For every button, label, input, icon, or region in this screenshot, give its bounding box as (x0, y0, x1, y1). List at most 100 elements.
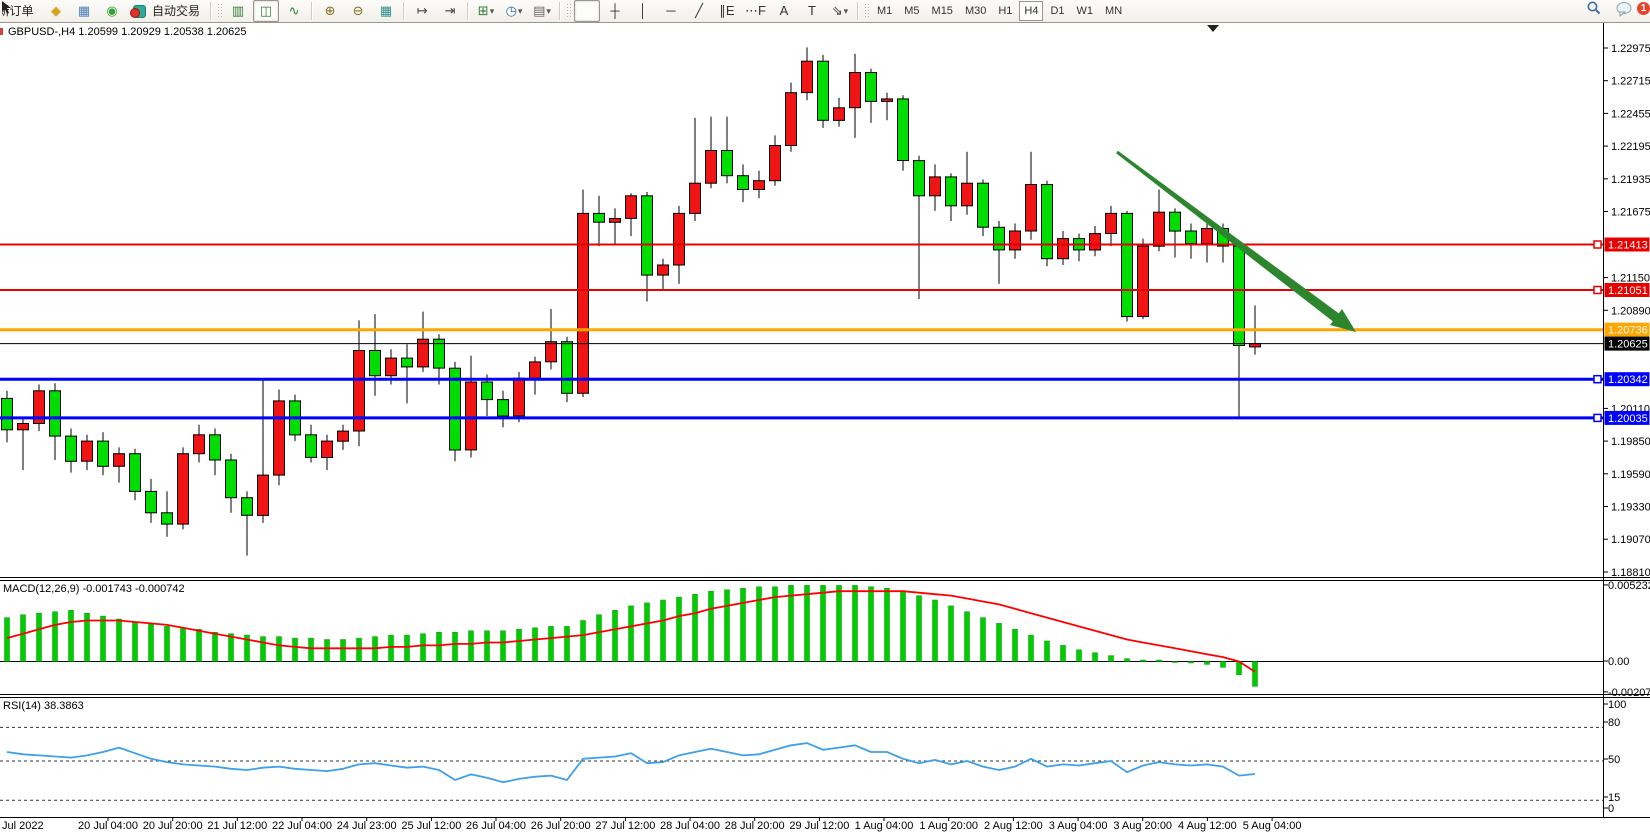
svg-text:26 Jul 04:00: 26 Jul 04:00 (466, 820, 526, 832)
svg-text:26 Jul 20:00: 26 Jul 20:00 (531, 820, 591, 832)
timeframe-button-mn[interactable]: MN (1100, 1, 1127, 21)
chart-type-group: ▥◫∿ (224, 0, 308, 22)
window-icon-sliver (0, 28, 3, 35)
price-chart[interactable]: 1.229751.227151.224551.221951.219351.216… (0, 0, 1650, 833)
zoom-in-icon[interactable]: ⊕ (317, 0, 343, 22)
timeframe-button-m15[interactable]: M15 (927, 1, 958, 21)
autotrading-icon (130, 5, 146, 18)
zoom-out-icon[interactable]: ⊖ (345, 0, 371, 22)
svg-text:20 Jul 20:00: 20 Jul 20:00 (143, 820, 203, 832)
svg-text:1.22975: 1.22975 (1611, 43, 1650, 55)
tile-windows-icon[interactable]: ▦ (373, 0, 399, 22)
svg-text:Jul 2022: Jul 2022 (2, 820, 44, 832)
draw-tools-group: ┼│─╱∥E⋯FAT⇘▾ (573, 0, 854, 22)
auto-scroll-icon[interactable]: ↦ (409, 0, 435, 22)
line-chart-icon[interactable]: ∿ (281, 0, 307, 22)
trendline-tool[interactable]: ╱ (686, 0, 712, 22)
notification-count-badge: 1 (1637, 2, 1650, 15)
chevron-down-icon: ▾ (490, 1, 495, 21)
macd-indicator-label: MACD(12,26,9) -0.001743 -0.000742 (3, 583, 185, 595)
timeframe-button-h4[interactable]: H4 (1019, 1, 1043, 21)
chart-shift-icon[interactable]: ⇥ (437, 0, 463, 22)
svg-text:3 Aug 20:00: 3 Aug 20:00 (1113, 820, 1172, 832)
svg-text:1.22715: 1.22715 (1611, 76, 1650, 88)
bar-chart-icon[interactable]: ▥ (225, 0, 251, 22)
svg-text:1.20625: 1.20625 (1608, 339, 1648, 351)
timeframes-icon[interactable]: ◷▾ (501, 0, 527, 22)
timeframe-button-m1[interactable]: M1 (872, 1, 897, 21)
svg-text:50: 50 (1608, 754, 1620, 766)
svg-text:0.005232: 0.005232 (1608, 580, 1650, 592)
zoom-group: ⊕⊖▦ (316, 0, 400, 22)
svg-text:1.21150: 1.21150 (1611, 273, 1650, 285)
svg-text:1.19590: 1.19590 (1611, 469, 1650, 481)
svg-text:24 Jul 23:00: 24 Jul 23:00 (337, 820, 397, 832)
svg-text:28 Jul 20:00: 28 Jul 20:00 (725, 820, 785, 832)
timeframe-button-d1[interactable]: D1 (1045, 1, 1069, 21)
svg-text:1.21675: 1.21675 (1611, 207, 1650, 219)
timeframe-button-m5[interactable]: M5 (899, 1, 924, 21)
market-watch-icon[interactable]: ▦ (71, 0, 97, 22)
svg-text:4 Aug 12:00: 4 Aug 12:00 (1178, 820, 1237, 832)
text-tool[interactable]: A (771, 0, 797, 22)
svg-text:5 Aug 04:00: 5 Aug 04:00 (1243, 820, 1302, 832)
autotrading-button[interactable]: 自动交易 (127, 0, 206, 22)
vertical-line-tool[interactable]: │ (630, 0, 656, 22)
cursor-icon (0, 0, 12, 15)
crosshair-tool[interactable]: ┼ (602, 0, 628, 22)
candlestick-chart-icon[interactable]: ◫ (253, 0, 279, 22)
svg-text:1 Aug 20:00: 1 Aug 20:00 (919, 820, 978, 832)
cursor-tool[interactable] (574, 0, 600, 22)
terminal-window: 新订单 ◆▦◉ 自动交易 ▥◫∿ ⊕⊖▦ ↦⇥ ⊞▾◷▾▤▾ ┼│─╱∥E⋯FA… (0, 0, 1650, 833)
chevron-down-icon: ▾ (844, 1, 849, 21)
svg-text:-0.002075: -0.002075 (1608, 687, 1650, 699)
svg-text:29 Jul 12:00: 29 Jul 12:00 (789, 820, 849, 832)
svg-text:25 Jul 12:00: 25 Jul 12:00 (401, 820, 461, 832)
svg-text:1.21413: 1.21413 (1608, 240, 1648, 252)
label-tool[interactable]: T (799, 0, 825, 22)
svg-text:1.19330: 1.19330 (1611, 502, 1650, 514)
search-icon (1586, 0, 1602, 16)
svg-text:80: 80 (1608, 717, 1620, 729)
timeframe-button-h1[interactable]: H1 (993, 1, 1017, 21)
arrows-tool[interactable]: ⇘▾ (827, 0, 853, 22)
svg-text:1.20342: 1.20342 (1608, 374, 1648, 386)
svg-text:22 Jul 04:00: 22 Jul 04:00 (272, 820, 332, 832)
svg-text:1.20035: 1.20035 (1608, 413, 1648, 425)
svg-text:21 Jul 12:00: 21 Jul 12:00 (207, 820, 267, 832)
profiles-group: ⊞▾◷▾▤▾ (472, 0, 556, 22)
signal-icon[interactable]: ◉ (99, 0, 125, 22)
svg-text:1.21051: 1.21051 (1608, 285, 1648, 297)
timeframe-group: M1M5M15M30H1H4D1W1MN (871, 0, 1128, 22)
horizontal-line-tool[interactable]: ─ (658, 0, 684, 22)
svg-text:0.00: 0.00 (1608, 656, 1629, 668)
new-chart-icon[interactable]: ⊞▾ (473, 0, 499, 22)
svg-text:1.19850: 1.19850 (1611, 436, 1650, 448)
svg-text:1.19070: 1.19070 (1611, 534, 1650, 546)
scroll-group: ↦⇥ (408, 0, 464, 22)
svg-text:1.18810: 1.18810 (1611, 567, 1650, 579)
timeframe-button-m30[interactable]: M30 (960, 1, 991, 21)
timeframe-button-w1[interactable]: W1 (1072, 1, 1099, 21)
templates-icon[interactable]: ▤▾ (529, 0, 555, 22)
svg-text:1.22455: 1.22455 (1611, 108, 1650, 120)
toolbar-right: 1 (1586, 0, 1646, 22)
rsi-indicator-label: RSI(14) 38.3863 (3, 700, 84, 712)
search-button[interactable] (1587, 0, 1613, 22)
svg-text:28 Jul 04:00: 28 Jul 04:00 (660, 820, 720, 832)
svg-text:27 Jul 12:00: 27 Jul 12:00 (595, 820, 655, 832)
chat-bubble-icon (1616, 1, 1634, 17)
svg-text:100: 100 (1608, 699, 1626, 711)
new-order-icon[interactable]: ◆ (43, 0, 69, 22)
svg-text:2 Aug 12:00: 2 Aug 12:00 (984, 820, 1043, 832)
svg-text:20 Jul 04:00: 20 Jul 04:00 (78, 820, 138, 832)
svg-text:1.20736: 1.20736 (1608, 325, 1648, 337)
chevron-down-icon: ▾ (518, 1, 523, 21)
channel-tool[interactable]: ∥E (714, 0, 740, 22)
time-axis[interactable]: Jul 2022 20 Jul 04:00 20 Jul 20:00 21 Jul 1… (2, 817, 1301, 832)
notifications-button[interactable]: 1 (1615, 0, 1645, 22)
svg-text:0: 0 (1608, 803, 1614, 815)
svg-text:1.21935: 1.21935 (1611, 174, 1650, 186)
svg-text:1 Aug 04:00: 1 Aug 04:00 (855, 820, 914, 832)
fibonacci-tool[interactable]: ⋯F (742, 0, 769, 22)
